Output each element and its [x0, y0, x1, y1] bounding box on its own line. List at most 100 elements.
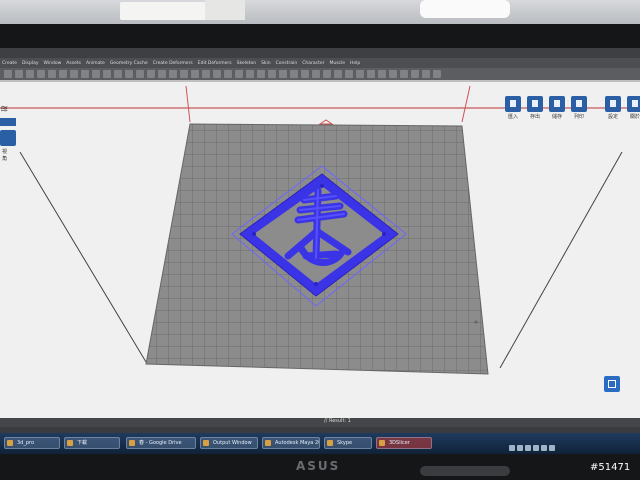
menu-item[interactable]: Create Deformers: [153, 61, 193, 66]
volume-edge: [499, 151, 623, 369]
view-toggle-icon[interactable]: [0, 118, 16, 126]
shelf-tool-icon[interactable]: [345, 70, 353, 78]
taskbar-item[interactable]: Skype: [324, 437, 372, 449]
menu-item[interactable]: Character: [302, 61, 324, 66]
shelf-tool-icon[interactable]: [169, 70, 177, 78]
tray-icon[interactable]: [549, 445, 555, 451]
shelf-tool-icon[interactable]: [180, 70, 188, 78]
shelf-tool-icon[interactable]: [268, 70, 276, 78]
shelf-tool-icon[interactable]: [235, 70, 243, 78]
menu-item[interactable]: Help: [350, 61, 360, 66]
menu-item[interactable]: Edit Deformers: [198, 61, 232, 66]
shelf-tool-icon[interactable]: [59, 70, 67, 78]
print-icon: [571, 96, 587, 112]
app-logo-icon: ≋: [0, 104, 9, 115]
shelf-tool-icon[interactable]: [202, 70, 210, 78]
shelf-tool-icon[interactable]: [37, 70, 45, 78]
shelf-tool-icon[interactable]: [81, 70, 89, 78]
shelf-tool-icon[interactable]: [158, 70, 166, 78]
shelf-tool-icon[interactable]: [323, 70, 331, 78]
toolbar-button-export[interactable]: 存出: [526, 96, 544, 120]
taskbar-item[interactable]: 3d_pro: [4, 437, 60, 449]
taskbar-item[interactable]: 春 - Google Drive: [126, 437, 196, 449]
tray-icon[interactable]: [525, 445, 531, 451]
status-bar: // Result: 1: [0, 418, 640, 427]
shelf-tool-icon[interactable]: [114, 70, 122, 78]
menu-item[interactable]: Geometry Cache: [110, 61, 148, 66]
shelf-tool-icon[interactable]: [213, 70, 221, 78]
menu-item[interactable]: Create: [2, 61, 17, 66]
fullscreen-icon[interactable]: [604, 376, 620, 392]
shelf-tool-icon[interactable]: [48, 70, 56, 78]
toolbar-button-about[interactable]: 關於: [626, 96, 640, 120]
shelf-tool-icon[interactable]: [191, 70, 199, 78]
shelf-tool-icon[interactable]: [15, 70, 23, 78]
3d-viewport[interactable]: [0, 82, 640, 418]
shelf-tool-icon[interactable]: [367, 70, 375, 78]
taskbar-item[interactable]: Output Window: [200, 437, 258, 449]
menu-item[interactable]: Skeleton: [237, 61, 256, 66]
toolbar-button-label: 設定: [607, 114, 618, 120]
shelf-tool-icon[interactable]: [4, 70, 12, 78]
shelf-tool-icon[interactable]: [125, 70, 133, 78]
shelf-tool-icon[interactable]: [389, 70, 397, 78]
menu-item[interactable]: Assets: [66, 61, 81, 66]
scene-canvas[interactable]: [0, 82, 640, 418]
shelf-toolbar: [0, 68, 640, 80]
monitor-brand: ASUS: [296, 459, 341, 473]
menu-item[interactable]: Skin: [261, 61, 271, 66]
shelf-tool-icon[interactable]: [224, 70, 232, 78]
toolbar-button-print[interactable]: 列印: [570, 96, 588, 120]
shelf-tool-icon[interactable]: [411, 70, 419, 78]
shelf-tool-icon[interactable]: [246, 70, 254, 78]
shelf-tool-icon[interactable]: [147, 70, 155, 78]
taskbar-item[interactable]: 下載: [64, 437, 120, 449]
volume-edge: [185, 85, 191, 123]
taskbar-item[interactable]: Autodesk Maya 20...: [262, 437, 320, 449]
tray-icon[interactable]: [517, 445, 523, 451]
toolbar-button-label: 匯入: [507, 114, 518, 120]
volume-edge: [19, 151, 147, 363]
toolbar-button-import[interactable]: 匯入: [504, 96, 522, 120]
about-icon: [627, 96, 640, 112]
tray-icon[interactable]: [541, 445, 547, 451]
shelf-tool-icon[interactable]: [70, 70, 78, 78]
toolbar-button-label: 儲存: [551, 114, 562, 120]
toolbar-button-label: 關於: [629, 114, 640, 120]
import-icon: [505, 96, 521, 112]
shelf-tool-icon[interactable]: [103, 70, 111, 78]
toolbar-button-label: 存出: [529, 114, 540, 120]
plate-marker: [318, 119, 334, 125]
tray-icon[interactable]: [533, 445, 539, 451]
toolbar-button-settings[interactable]: 設定: [604, 96, 622, 120]
toolbar-button-label: 列印: [573, 114, 584, 120]
shelf-tool-icon[interactable]: [334, 70, 342, 78]
tray-icon[interactable]: [509, 445, 515, 451]
shelf-tool-icon[interactable]: [257, 70, 265, 78]
shelf-tool-icon[interactable]: [312, 70, 320, 78]
shelf-tool-icon[interactable]: [400, 70, 408, 78]
shelf-tool-icon[interactable]: [433, 70, 441, 78]
menu-item[interactable]: Animate: [86, 61, 105, 66]
shelf-tool-icon[interactable]: [290, 70, 298, 78]
shelf-tool-icon[interactable]: [92, 70, 100, 78]
shelf-tool-icon[interactable]: [26, 70, 34, 78]
save-icon: [549, 96, 565, 112]
view-label: 視角: [2, 149, 8, 162]
shelf-tool-icon[interactable]: [279, 70, 287, 78]
view-cube-icon[interactable]: [0, 130, 16, 146]
menu-item[interactable]: Muscle: [329, 61, 345, 66]
toolbar-button-save[interactable]: 儲存: [548, 96, 566, 120]
background-object: [205, 0, 245, 20]
shelf-tool-icon[interactable]: [136, 70, 144, 78]
shelf-tool-icon[interactable]: [356, 70, 364, 78]
menu-item[interactable]: Constrain: [276, 61, 298, 66]
shelf-tool-icon[interactable]: [378, 70, 386, 78]
taskbar-item[interactable]: 3DSlicer: [376, 437, 432, 449]
shelf-tool-icon[interactable]: [422, 70, 430, 78]
shelf-tool-icon[interactable]: [301, 70, 309, 78]
menu-item[interactable]: Display: [22, 61, 39, 66]
menu-item[interactable]: Window: [44, 61, 62, 66]
title-bar: [0, 48, 640, 58]
cursor: [474, 320, 478, 324]
